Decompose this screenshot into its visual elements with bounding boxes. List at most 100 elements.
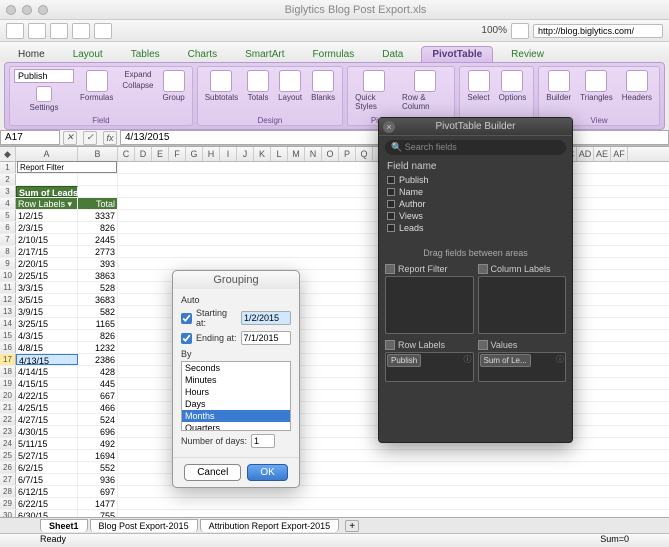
layout-button[interactable]: Layout xyxy=(275,69,305,103)
cancel-button[interactable]: Cancel xyxy=(184,464,241,481)
tab-review[interactable]: Review xyxy=(501,47,554,62)
cell-B5[interactable]: 3337 xyxy=(78,210,118,221)
cell-B23[interactable]: 696 xyxy=(78,426,118,437)
cell-B11[interactable]: 528 xyxy=(78,282,118,293)
row-header-13[interactable]: 13 xyxy=(0,306,16,317)
cell-A22[interactable]: 4/27/15 xyxy=(16,414,78,425)
options-button[interactable]: Options xyxy=(496,69,530,103)
row-header-29[interactable]: 29 xyxy=(0,498,16,509)
by-option-minutes[interactable]: Minutes xyxy=(182,374,290,386)
zoom-window-icon[interactable] xyxy=(38,5,48,15)
row-header-15[interactable]: 15 xyxy=(0,330,16,341)
tab-tables[interactable]: Tables xyxy=(121,47,170,62)
row-header-21[interactable]: 21 xyxy=(0,402,16,413)
tab-smartart[interactable]: SmartArt xyxy=(235,47,294,62)
group-button[interactable]: Group xyxy=(159,69,187,103)
field-label[interactable]: Name xyxy=(399,187,423,197)
cell-B16[interactable]: 1232 xyxy=(78,342,118,353)
field-checkbox-name[interactable] xyxy=(387,188,395,196)
cell-B14[interactable]: 1165 xyxy=(78,318,118,329)
cell-B2[interactable] xyxy=(78,174,118,185)
cell-B22[interactable]: 524 xyxy=(78,414,118,425)
field-checkbox-views[interactable] xyxy=(387,212,395,220)
cell-B10[interactable]: 3863 xyxy=(78,270,118,281)
triangles-button[interactable]: Triangles xyxy=(577,69,616,103)
fx-icon[interactable]: fx xyxy=(103,131,117,145)
tab-data[interactable]: Data xyxy=(372,47,413,62)
starting-at-input[interactable] xyxy=(241,311,291,325)
cell-B19[interactable]: 445 xyxy=(78,378,118,389)
row-header-22[interactable]: 22 xyxy=(0,414,16,425)
field-item-leads[interactable]: Leads xyxy=(387,222,564,234)
col-header-B[interactable]: B xyxy=(78,147,118,161)
field-label[interactable]: Publish xyxy=(399,175,429,185)
ok-button[interactable]: OK xyxy=(247,464,287,481)
undo-icon[interactable] xyxy=(28,23,46,39)
tab-charts[interactable]: Charts xyxy=(178,47,227,62)
cell-B17[interactable]: 2386 xyxy=(78,354,118,365)
sheet-tab-sheet1[interactable]: Sheet1 xyxy=(40,519,88,532)
col-header-Q[interactable]: Q xyxy=(356,147,373,161)
col-header-L[interactable]: L xyxy=(271,147,288,161)
headers-button[interactable]: Headers xyxy=(619,69,655,103)
cell-A7[interactable]: 2/10/15 xyxy=(16,234,78,245)
cell-B12[interactable]: 3683 xyxy=(78,294,118,305)
row-header-16[interactable]: 16 xyxy=(0,342,16,353)
row-header-10[interactable]: 10 xyxy=(0,270,16,281)
cell-A9[interactable]: 2/20/15 xyxy=(16,258,78,269)
area-values[interactable]: Sum of Le... ⓘ xyxy=(478,352,567,382)
cell-A23[interactable]: 4/30/15 xyxy=(16,426,78,437)
cell-A26[interactable]: 6/2/15 xyxy=(16,462,78,473)
field-checkbox-leads[interactable] xyxy=(387,224,395,232)
name-box[interactable] xyxy=(0,130,60,145)
minimize-window-icon[interactable] xyxy=(22,5,32,15)
value-pill-sumleads[interactable]: Sum of Le... xyxy=(480,354,531,367)
field-checkbox-author[interactable] xyxy=(387,200,395,208)
cell-A5[interactable]: 1/2/15 xyxy=(16,210,78,221)
field-settings-button[interactable]: Settings xyxy=(14,85,74,113)
col-header-D[interactable]: D xyxy=(135,147,152,161)
tab-formulas[interactable]: Formulas xyxy=(303,47,365,62)
field-list[interactable]: PublishNameAuthorViewsLeads xyxy=(379,174,572,244)
row-header-23[interactable]: 23 xyxy=(0,426,16,437)
redo-icon[interactable] xyxy=(50,23,68,39)
cell-A11[interactable]: 3/3/15 xyxy=(16,282,78,293)
col-header-AE[interactable]: AE xyxy=(594,147,611,161)
col-header-K[interactable]: K xyxy=(254,147,271,161)
enter-fx-icon[interactable]: ✓ xyxy=(83,131,97,145)
search-fields-input[interactable]: 🔍 Search fields xyxy=(385,140,566,155)
field-item-views[interactable]: Views xyxy=(387,210,564,222)
cell-B20[interactable]: 667 xyxy=(78,390,118,401)
zoom-level[interactable]: 100% xyxy=(481,25,507,36)
row-header-4[interactable]: 4 xyxy=(0,198,16,209)
cell-A24[interactable]: 5/11/15 xyxy=(16,438,78,449)
row-header-20[interactable]: 20 xyxy=(0,390,16,401)
totals-button[interactable]: Totals xyxy=(244,69,272,103)
cell-A21[interactable]: 4/25/15 xyxy=(16,402,78,413)
area-report-filter[interactable] xyxy=(385,276,474,334)
cell-A10[interactable]: 2/25/15 xyxy=(16,270,78,281)
row-header-9[interactable]: 9 xyxy=(0,258,16,269)
by-option-months[interactable]: Months xyxy=(182,410,290,422)
row-header-24[interactable]: 24 xyxy=(0,438,16,449)
row-header-8[interactable]: 8 xyxy=(0,246,16,257)
col-header-G[interactable]: G xyxy=(186,147,203,161)
url-field[interactable] xyxy=(533,24,663,38)
row-header-3[interactable]: 3 xyxy=(0,186,16,197)
cell-B18[interactable]: 428 xyxy=(78,366,118,377)
add-sheet-icon[interactable]: + xyxy=(345,520,359,532)
col-header-H[interactable]: H xyxy=(203,147,220,161)
col-header-AD[interactable]: AD xyxy=(577,147,594,161)
cell-B6[interactable]: 826 xyxy=(78,222,118,233)
close-icon[interactable]: × xyxy=(383,121,395,133)
format-painter-icon[interactable] xyxy=(94,23,112,39)
row-header-11[interactable]: 11 xyxy=(0,282,16,293)
row-header-12[interactable]: 12 xyxy=(0,294,16,305)
active-field-input[interactable] xyxy=(14,69,74,83)
row-header-7[interactable]: 7 xyxy=(0,234,16,245)
area-column-labels[interactable] xyxy=(478,276,567,334)
col-header-J[interactable]: J xyxy=(237,147,254,161)
row-header-25[interactable]: 25 xyxy=(0,450,16,461)
tab-pivottable[interactable]: PivotTable xyxy=(421,46,493,62)
starting-at-checkbox[interactable] xyxy=(181,313,192,324)
